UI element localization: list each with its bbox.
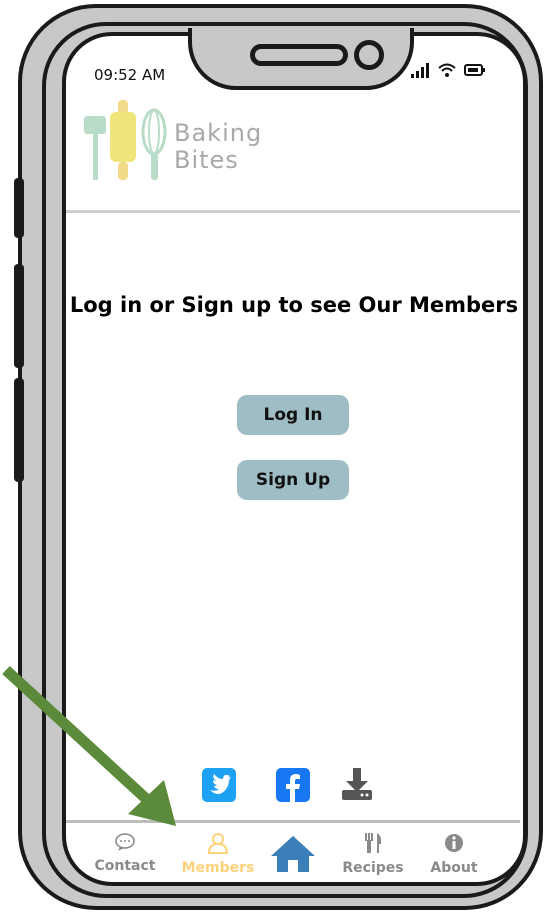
nav-members-label: Members [181, 860, 255, 876]
page-title: Log in or Sign up to see Our Members [69, 293, 519, 317]
nav-contact-label: Contact [94, 858, 156, 874]
status-icons [410, 62, 486, 78]
phone-side-button [14, 178, 24, 238]
nav-recipes-label: Recipes [342, 860, 404, 876]
info-icon [445, 834, 463, 852]
nav-about-label: About [430, 860, 478, 876]
spatula-icon [84, 116, 106, 134]
login-button[interactable]: Log In [237, 395, 349, 435]
logo-line-2: Bites [174, 146, 239, 174]
nav-home[interactable] [268, 834, 318, 878]
speaker-icon [250, 44, 348, 66]
rolling-pin-icon [118, 100, 128, 114]
header-divider [66, 210, 520, 213]
whisk-icon [141, 108, 167, 156]
download-icon[interactable] [340, 768, 374, 802]
signup-button[interactable]: Sign Up [237, 460, 349, 500]
user-icon [207, 833, 229, 854]
camera-icon [354, 40, 384, 70]
chat-bubble-icon [115, 833, 135, 851]
nav-recipes[interactable]: Recipes [340, 832, 406, 876]
home-icon [271, 836, 315, 872]
bottom-nav-divider [66, 820, 520, 823]
phone-side-button [14, 378, 24, 482]
battery-icon [464, 64, 485, 76]
logo-line-1: Baking [174, 119, 263, 147]
signal-icon [411, 63, 429, 78]
phone-side-button [14, 264, 24, 368]
fork-knife-icon [365, 833, 382, 853]
twitter-icon[interactable] [202, 768, 236, 802]
nav-about[interactable]: About [428, 832, 480, 876]
status-time: 09:52 AM [94, 66, 166, 84]
nav-contact[interactable]: Contact [92, 832, 158, 874]
app-logo-text: Baking Bites [174, 120, 262, 174]
wifi-icon [438, 63, 456, 77]
facebook-icon[interactable] [276, 768, 310, 802]
nav-members[interactable]: Members [180, 832, 256, 876]
